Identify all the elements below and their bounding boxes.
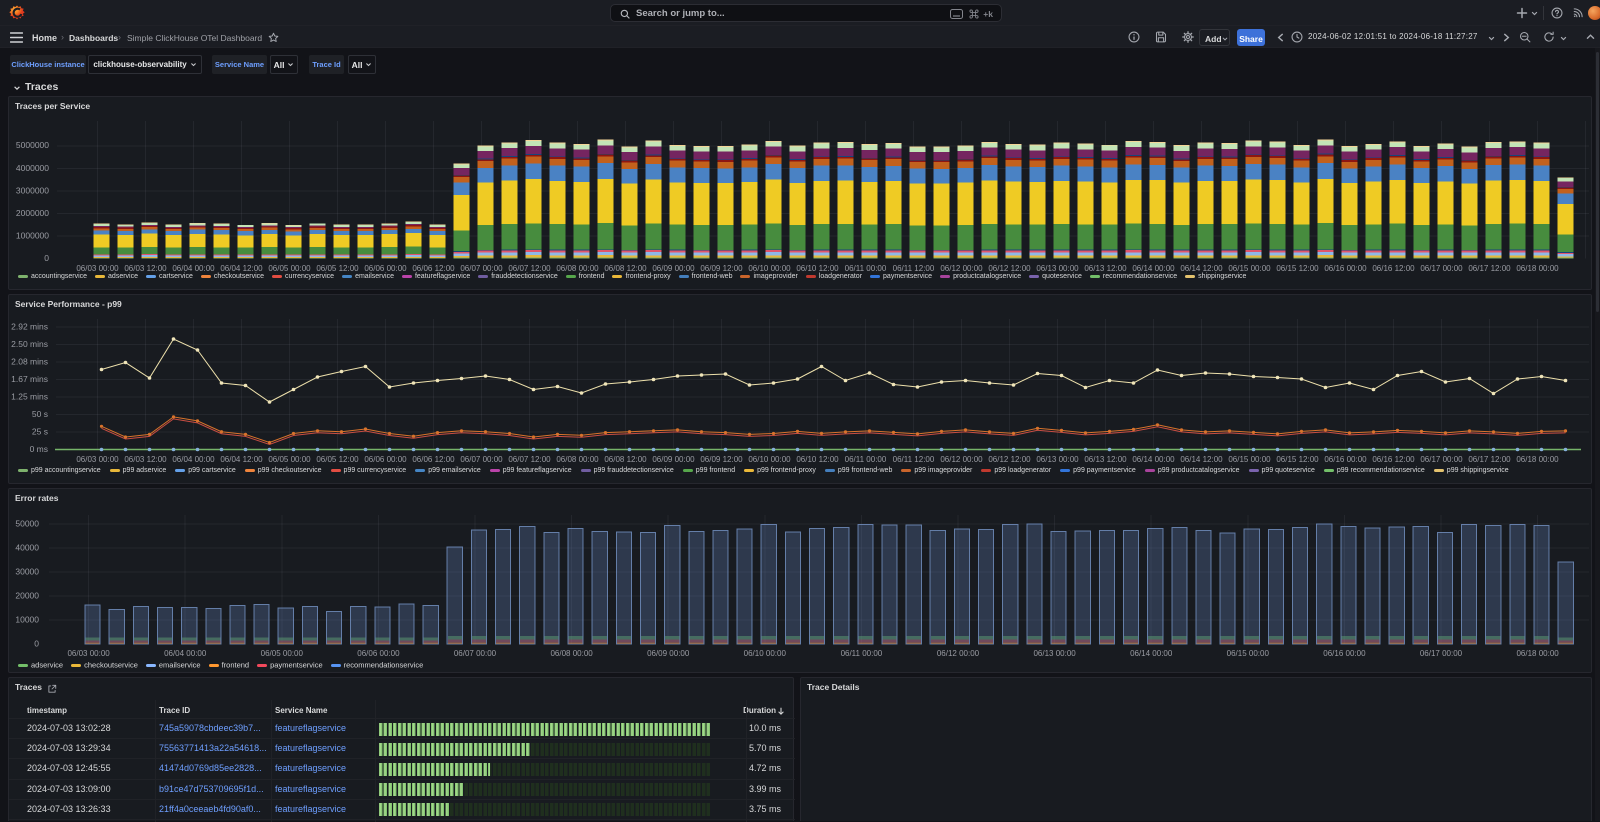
svg-text:06/06 00:00: 06/06 00:00: [357, 649, 400, 658]
svg-text:06/18 00:00: 06/18 00:00: [1516, 649, 1559, 658]
svg-text:06/04 00:00: 06/04 00:00: [164, 649, 207, 658]
svg-text:1.67 mins: 1.67 mins: [11, 374, 48, 384]
svg-text:06/09 12:00: 06/09 12:00: [700, 455, 743, 464]
svg-text:06/09 00:00: 06/09 00:00: [647, 649, 690, 658]
svg-text:06/07 00:00: 06/07 00:00: [460, 264, 503, 273]
svg-text:06/05 12:00: 06/05 12:00: [316, 264, 359, 273]
svg-text:0 ms: 0 ms: [30, 444, 48, 454]
svg-text:06/07 12:00: 06/07 12:00: [508, 455, 551, 464]
svg-text:40000: 40000: [15, 543, 39, 553]
svg-text:06/16 00:00: 06/16 00:00: [1323, 649, 1366, 658]
svg-text:06/10 00:00: 06/10 00:00: [744, 649, 787, 658]
svg-text:5000000: 5000000: [16, 140, 49, 150]
svg-text:06/10 12:00: 06/10 12:00: [796, 264, 839, 273]
svg-text:06/13 00:00: 06/13 00:00: [1033, 649, 1076, 658]
svg-text:06/04 00:00: 06/04 00:00: [172, 455, 215, 464]
svg-text:06/17 12:00: 06/17 12:00: [1468, 264, 1511, 273]
svg-text:06/11 00:00: 06/11 00:00: [845, 455, 887, 464]
svg-text:4000000: 4000000: [16, 163, 49, 173]
svg-text:06/12 12:00: 06/12 12:00: [988, 455, 1031, 464]
svg-text:06/12 00:00: 06/12 00:00: [940, 264, 983, 273]
svg-text:10000: 10000: [15, 615, 39, 625]
svg-text:06/11 00:00: 06/11 00:00: [841, 649, 883, 658]
svg-text:2.08 mins: 2.08 mins: [11, 357, 48, 367]
svg-text:06/03 00:00: 06/03 00:00: [76, 455, 119, 464]
svg-text:06/11 00:00: 06/11 00:00: [845, 264, 887, 273]
svg-text:06/10 00:00: 06/10 00:00: [748, 455, 791, 464]
svg-text:20000: 20000: [15, 591, 39, 601]
svg-text:06/14 00:00: 06/14 00:00: [1132, 264, 1175, 273]
svg-text:06/17 00:00: 06/17 00:00: [1420, 649, 1463, 658]
svg-text:06/08 12:00: 06/08 12:00: [604, 264, 647, 273]
svg-text:2000000: 2000000: [16, 208, 49, 218]
svg-text:0: 0: [34, 639, 39, 649]
svg-text:06/07 00:00: 06/07 00:00: [460, 455, 503, 464]
svg-text:06/13 12:00: 06/13 12:00: [1084, 264, 1127, 273]
svg-text:06/15 12:00: 06/15 12:00: [1276, 455, 1319, 464]
svg-text:06/12 00:00: 06/12 00:00: [937, 649, 980, 658]
svg-text:06/11 12:00: 06/11 12:00: [893, 455, 935, 464]
svg-text:06/09 12:00: 06/09 12:00: [700, 264, 743, 273]
svg-text:1.25 mins: 1.25 mins: [11, 392, 48, 402]
svg-text:3000000: 3000000: [16, 185, 49, 195]
svg-text:06/17 00:00: 06/17 00:00: [1420, 264, 1463, 273]
svg-text:06/03 12:00: 06/03 12:00: [124, 455, 167, 464]
svg-text:06/10 00:00: 06/10 00:00: [748, 264, 791, 273]
svg-text:06/06 00:00: 06/06 00:00: [364, 264, 407, 273]
svg-text:06/14 00:00: 06/14 00:00: [1130, 649, 1173, 658]
svg-text:06/06 12:00: 06/06 12:00: [412, 264, 455, 273]
svg-text:06/09 00:00: 06/09 00:00: [652, 264, 695, 273]
svg-text:06/03 00:00: 06/03 00:00: [67, 649, 110, 658]
svg-text:06/06 12:00: 06/06 12:00: [412, 455, 455, 464]
svg-text:0: 0: [44, 253, 49, 263]
svg-text:06/05 00:00: 06/05 00:00: [261, 649, 304, 658]
svg-text:06/17 12:00: 06/17 12:00: [1468, 455, 1511, 464]
svg-text:25 s: 25 s: [32, 427, 48, 437]
svg-text:06/14 12:00: 06/14 12:00: [1180, 455, 1223, 464]
svg-text:06/14 00:00: 06/14 00:00: [1132, 455, 1175, 464]
svg-text:06/16 00:00: 06/16 00:00: [1324, 455, 1367, 464]
svg-text:06/15 00:00: 06/15 00:00: [1228, 264, 1271, 273]
svg-text:1000000: 1000000: [16, 230, 49, 240]
svg-text:06/08 00:00: 06/08 00:00: [550, 649, 593, 658]
svg-text:06/16 12:00: 06/16 12:00: [1372, 264, 1415, 273]
svg-text:06/18 00:00: 06/18 00:00: [1516, 264, 1559, 273]
svg-text:06/05 00:00: 06/05 00:00: [268, 264, 311, 273]
svg-text:06/10 12:00: 06/10 12:00: [796, 455, 839, 464]
svg-text:06/04 12:00: 06/04 12:00: [220, 455, 263, 464]
svg-text:06/04 00:00: 06/04 00:00: [172, 264, 215, 273]
svg-text:50000: 50000: [15, 519, 39, 529]
svg-text:06/15 00:00: 06/15 00:00: [1227, 649, 1270, 658]
svg-text:06/13 00:00: 06/13 00:00: [1036, 455, 1079, 464]
svg-text:06/15 12:00: 06/15 12:00: [1276, 264, 1319, 273]
svg-text:06/04 12:00: 06/04 12:00: [220, 264, 263, 273]
svg-text:06/13 00:00: 06/13 00:00: [1036, 264, 1079, 273]
svg-text:06/12 00:00: 06/12 00:00: [940, 455, 983, 464]
svg-text:30000: 30000: [15, 567, 39, 577]
svg-text:06/03 12:00: 06/03 12:00: [124, 264, 167, 273]
svg-text:06/14 12:00: 06/14 12:00: [1180, 264, 1223, 273]
svg-text:06/07 12:00: 06/07 12:00: [508, 264, 551, 273]
svg-text:06/06 00:00: 06/06 00:00: [364, 455, 407, 464]
svg-text:06/16 12:00: 06/16 12:00: [1372, 455, 1415, 464]
svg-text:06/08 00:00: 06/08 00:00: [556, 455, 599, 464]
svg-text:06/18 00:00: 06/18 00:00: [1516, 455, 1559, 464]
svg-text:50 s: 50 s: [32, 409, 48, 419]
svg-text:06/13 12:00: 06/13 12:00: [1084, 455, 1127, 464]
svg-text:06/09 00:00: 06/09 00:00: [652, 455, 695, 464]
svg-text:06/07 00:00: 06/07 00:00: [454, 649, 497, 658]
svg-text:06/08 12:00: 06/08 12:00: [604, 455, 647, 464]
svg-text:06/08 00:00: 06/08 00:00: [556, 264, 599, 273]
svg-text:2.50 mins: 2.50 mins: [11, 339, 48, 349]
svg-text:06/12 12:00: 06/12 12:00: [988, 264, 1031, 273]
svg-text:06/11 12:00: 06/11 12:00: [893, 264, 935, 273]
svg-text:06/15 00:00: 06/15 00:00: [1228, 455, 1271, 464]
svg-text:06/05 00:00: 06/05 00:00: [268, 455, 311, 464]
svg-text:06/17 00:00: 06/17 00:00: [1420, 455, 1463, 464]
svg-text:06/03 00:00: 06/03 00:00: [76, 264, 119, 273]
svg-text:06/16 00:00: 06/16 00:00: [1324, 264, 1367, 273]
svg-text:2.92 mins: 2.92 mins: [11, 322, 48, 332]
svg-text:06/05 12:00: 06/05 12:00: [316, 455, 359, 464]
